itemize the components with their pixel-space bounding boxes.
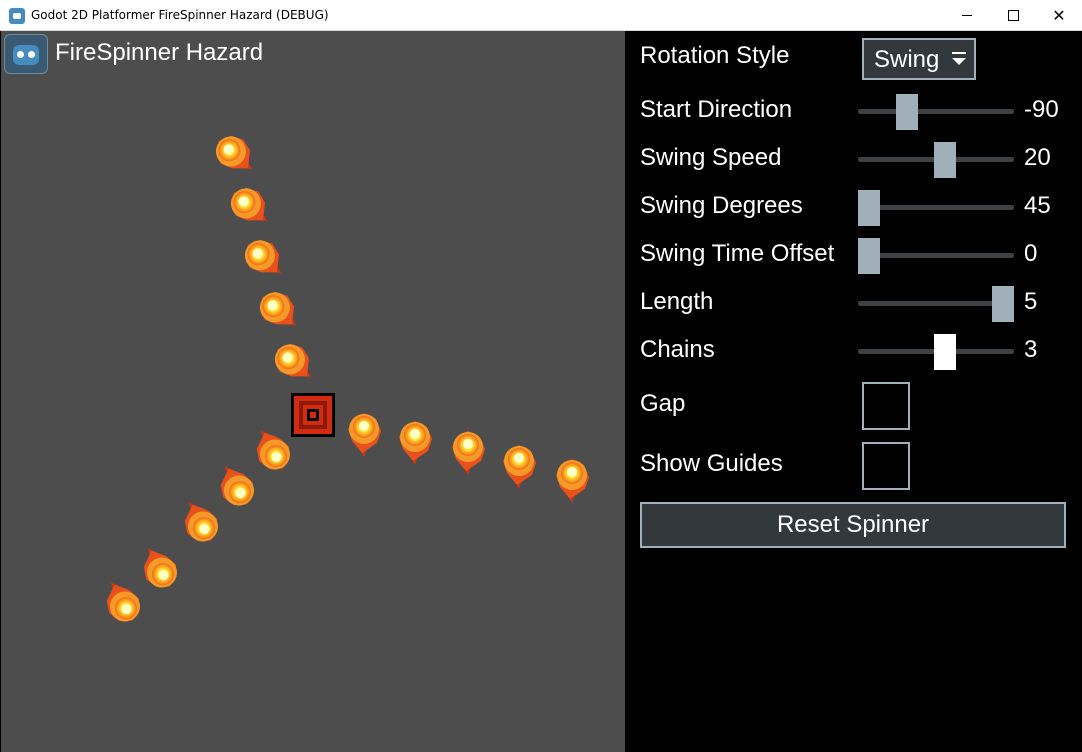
fireball bbox=[503, 445, 536, 489]
maximize-button[interactable] bbox=[990, 0, 1036, 30]
minimize-button[interactable] bbox=[944, 0, 990, 30]
fireball bbox=[230, 187, 268, 222]
swing-time-offset-value: 0 bbox=[1024, 240, 1038, 267]
start-direction-label: Start Direction bbox=[640, 96, 793, 123]
chains-label: Chains bbox=[640, 336, 715, 363]
start-direction-value: -90 bbox=[1024, 96, 1059, 123]
fireball bbox=[556, 459, 589, 503]
length-value: 5 bbox=[1024, 288, 1038, 315]
swing-degrees-value: 45 bbox=[1024, 192, 1051, 219]
slider-grabber[interactable] bbox=[992, 286, 1014, 322]
swing-time-offset-slider[interactable] bbox=[858, 238, 1014, 274]
fireball bbox=[215, 135, 253, 170]
fireball bbox=[143, 548, 177, 588]
reset-spinner-button[interactable]: Reset Spinner bbox=[640, 502, 1066, 548]
rotation-style-label: Rotation Style bbox=[640, 42, 790, 69]
swing-degrees-label: Swing Degrees bbox=[640, 192, 803, 219]
spinner-pivot bbox=[291, 393, 335, 437]
fireball bbox=[348, 413, 381, 457]
fireball bbox=[106, 582, 140, 622]
length-slider[interactable] bbox=[858, 286, 1014, 322]
length-label: Length bbox=[640, 288, 714, 315]
game-viewport: FireSpinner Hazard bbox=[1, 31, 625, 752]
window-titlebar: Godot 2D Platformer FireSpinner Hazard (… bbox=[0, 0, 1082, 31]
fireball bbox=[220, 466, 254, 506]
fireball bbox=[256, 430, 290, 470]
minimize-icon bbox=[962, 14, 972, 16]
close-button[interactable]: ✕ bbox=[1036, 0, 1082, 30]
gap-label: Gap bbox=[640, 390, 686, 417]
maximize-icon bbox=[1007, 9, 1019, 21]
chevron-down-icon bbox=[952, 58, 966, 65]
window-title: Godot 2D Platformer FireSpinner Hazard (… bbox=[31, 8, 329, 22]
show-guides-checkbox[interactable] bbox=[862, 442, 910, 490]
rotation-style-value: Swing bbox=[874, 46, 940, 73]
fireball bbox=[184, 502, 218, 542]
fireball bbox=[259, 291, 297, 326]
slider-track bbox=[858, 253, 1014, 258]
swing-degrees-slider[interactable] bbox=[858, 190, 1014, 226]
firespinner-scene bbox=[106, 135, 589, 622]
rotation-style-dropdown[interactable]: Swing bbox=[862, 38, 976, 80]
chains-value: 3 bbox=[1024, 336, 1038, 363]
fireball-group bbox=[106, 135, 589, 622]
slider-track bbox=[858, 205, 1014, 210]
fireball bbox=[244, 239, 282, 274]
slider-grabber[interactable] bbox=[934, 334, 957, 370]
dropdown-arrow-bar bbox=[952, 52, 966, 54]
start-direction-slider[interactable] bbox=[858, 94, 1014, 130]
slider-track bbox=[858, 109, 1014, 114]
close-icon: ✕ bbox=[1052, 5, 1066, 25]
fireball bbox=[452, 431, 485, 475]
slider-grabber[interactable] bbox=[895, 94, 918, 130]
fireball bbox=[274, 343, 312, 378]
slider-grabber[interactable] bbox=[858, 190, 880, 226]
chains-slider[interactable] bbox=[858, 334, 1014, 370]
gap-checkbox[interactable] bbox=[862, 382, 910, 430]
control-panel: Rotation Style Swing Start Direction -90… bbox=[625, 31, 1082, 752]
swing-speed-label: Swing Speed bbox=[640, 144, 782, 171]
slider-grabber[interactable] bbox=[858, 238, 880, 274]
godot-app-icon bbox=[9, 8, 25, 24]
swing-speed-slider[interactable] bbox=[858, 142, 1014, 178]
slider-track bbox=[858, 301, 1014, 306]
swing-speed-value: 20 bbox=[1024, 144, 1051, 171]
slider-grabber[interactable] bbox=[934, 142, 957, 178]
fireball bbox=[399, 421, 432, 465]
swing-time-offset-label: Swing Time Offset bbox=[640, 240, 835, 267]
show-guides-label: Show Guides bbox=[640, 450, 783, 477]
